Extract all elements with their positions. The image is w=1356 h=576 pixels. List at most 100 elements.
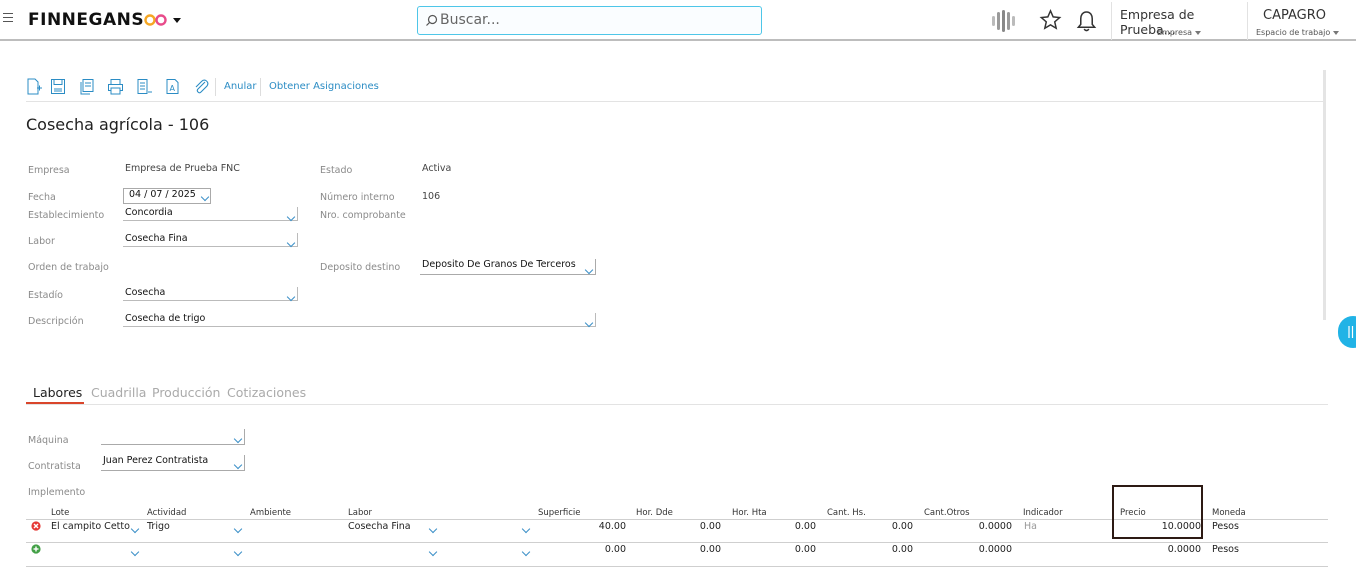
cell-superficie[interactable]: 40.00 (545, 521, 626, 532)
chevron-down-icon[interactable] (130, 524, 140, 534)
voice-assistant-icon[interactable] (989, 8, 1017, 34)
print-icon[interactable] (107, 78, 124, 95)
chevron-down-icon[interactable] (521, 547, 531, 557)
brand-logo-icon (144, 14, 167, 26)
company-label[interactable]: Empresa (1157, 28, 1202, 37)
descripcion-label: Descripción (28, 316, 84, 327)
search-icon (426, 14, 438, 26)
maquina-label: Máquina (28, 435, 69, 446)
estado-label: Estado (320, 165, 353, 176)
contratista-field[interactable]: Juan Perez Contratista (101, 455, 245, 471)
establecimiento-value: Concordia (125, 207, 173, 218)
workspace-selector[interactable]: CAPAGRO (1263, 8, 1326, 23)
delete-row-icon[interactable] (31, 521, 41, 531)
add-row-icon[interactable] (31, 544, 41, 554)
chevron-down-icon (1195, 30, 1202, 35)
brand-name[interactable]: FINNEGANS (28, 10, 144, 30)
cell-cant-hs[interactable]: 0.00 (832, 521, 913, 532)
search-input[interactable]: Buscar... (417, 6, 762, 35)
chevron-down-icon[interactable] (428, 524, 438, 534)
chevron-down-icon[interactable] (130, 547, 140, 557)
cell-moneda[interactable]: Pesos (1212, 521, 1239, 532)
col-hor-dde: Hor. Dde (636, 508, 673, 518)
toolbar-divider (26, 101, 1326, 102)
cell-hor-hta[interactable]: 0.00 (735, 521, 816, 532)
row-divider (26, 542, 1328, 543)
col-cant-otros: Cant.Otros (924, 508, 970, 518)
menu-icon[interactable] (3, 13, 13, 25)
star-icon[interactable] (1039, 9, 1062, 31)
cell-cant-hs[interactable]: 0.00 (832, 544, 913, 555)
estado-value: Activa (422, 163, 452, 174)
text-icon[interactable]: A (165, 78, 181, 95)
new-document-icon[interactable] (26, 78, 42, 95)
numero-interno-label: Número interno (320, 192, 395, 203)
cell-hor-hta[interactable]: 0.00 (735, 544, 816, 555)
cell-moneda[interactable]: Pesos (1212, 544, 1239, 555)
cell-indicador: Ha (1024, 521, 1037, 532)
contratista-label: Contratista (28, 461, 81, 472)
numero-interno-value: 106 (422, 191, 441, 202)
col-moneda: Moneda (1212, 508, 1246, 518)
toolbar-separator (215, 78, 216, 96)
contratista-value: Juan Perez Contratista (103, 455, 209, 466)
cell-cant-otros[interactable]: 0.0000 (912, 544, 1012, 555)
cell-lote[interactable]: El campito Cetto (51, 521, 130, 532)
cell-actividad[interactable]: Trigo (147, 521, 170, 532)
annul-button[interactable]: Anular (224, 81, 257, 92)
col-hor-hta: Hor. Hta (732, 508, 767, 518)
precio-highlight-box (1112, 485, 1203, 539)
deposito-field[interactable]: Deposito De Granos De Terceros (420, 259, 596, 275)
tab-cuadrilla[interactable]: Cuadrilla (91, 385, 146, 400)
deposito-value: Deposito De Granos De Terceros (422, 259, 576, 270)
brand-caret-icon[interactable] (173, 18, 181, 23)
col-ambiente: Ambiente (250, 508, 292, 518)
cell-hor-dde[interactable]: 0.00 (640, 544, 721, 555)
orden-trabajo-label: Orden de trabajo (28, 262, 109, 273)
attach-icon[interactable] (193, 78, 209, 95)
chevron-down-icon (1333, 30, 1340, 35)
labor-value: Cosecha Fina (125, 233, 188, 244)
cell-precio[interactable]: 0.0000 (1115, 544, 1201, 555)
cell-labor[interactable]: Cosecha Fina (348, 521, 411, 532)
tab-cotizaciones[interactable]: Cotizaciones (227, 385, 306, 400)
establecimiento-field[interactable]: Concordia (123, 207, 298, 221)
cell-hor-dde[interactable]: 0.00 (640, 521, 721, 532)
fecha-value: 04 / 07 / 2025 (129, 189, 196, 200)
header-separator (1111, 2, 1112, 40)
save-icon[interactable] (50, 78, 66, 95)
chevron-down-icon[interactable] (521, 524, 531, 534)
handle-grip-icon (1348, 326, 1354, 338)
tab-produccion[interactable]: Producción (152, 385, 220, 400)
labor-label: Labor (28, 236, 55, 247)
implemento-label: Implemento (28, 487, 86, 498)
list-icon[interactable] (136, 78, 153, 95)
workspace-label[interactable]: Espacio de trabajo (1256, 28, 1340, 37)
cell-superficie[interactable]: 0.00 (545, 544, 626, 555)
chevron-down-icon[interactable] (233, 524, 243, 534)
side-panel-handle[interactable] (1338, 316, 1356, 348)
fecha-field[interactable]: 04 / 07 / 2025 (123, 188, 211, 204)
chevron-down-icon[interactable] (233, 547, 243, 557)
fecha-label: Fecha (28, 192, 56, 203)
cell-cant-otros[interactable]: 0.0000 (912, 521, 1012, 532)
chevron-down-icon[interactable] (428, 547, 438, 557)
vertical-scrollbar[interactable] (1323, 70, 1326, 320)
descripcion-value: Cosecha de trigo (125, 313, 206, 324)
tabs-divider (26, 404, 1328, 405)
establecimiento-label: Establecimiento (28, 210, 105, 221)
col-labor: Labor (348, 508, 373, 518)
estadio-label: Estadío (28, 290, 63, 301)
labor-field[interactable]: Cosecha Fina (123, 233, 298, 247)
toolbar-separator (260, 78, 261, 96)
col-indicador: Indicador (1023, 508, 1063, 518)
bell-icon[interactable] (1076, 10, 1097, 33)
tab-labores[interactable]: Labores (33, 385, 82, 400)
descripcion-field[interactable]: Cosecha de trigo (123, 313, 596, 327)
copy-icon[interactable] (79, 78, 95, 95)
estadio-field[interactable]: Cosecha (123, 287, 298, 301)
deposito-label: Deposito destino (320, 262, 401, 273)
search-placeholder: Buscar... (440, 12, 500, 28)
maquina-field[interactable] (101, 429, 245, 445)
get-assignments-button[interactable]: Obtener Asignaciones (269, 81, 379, 92)
